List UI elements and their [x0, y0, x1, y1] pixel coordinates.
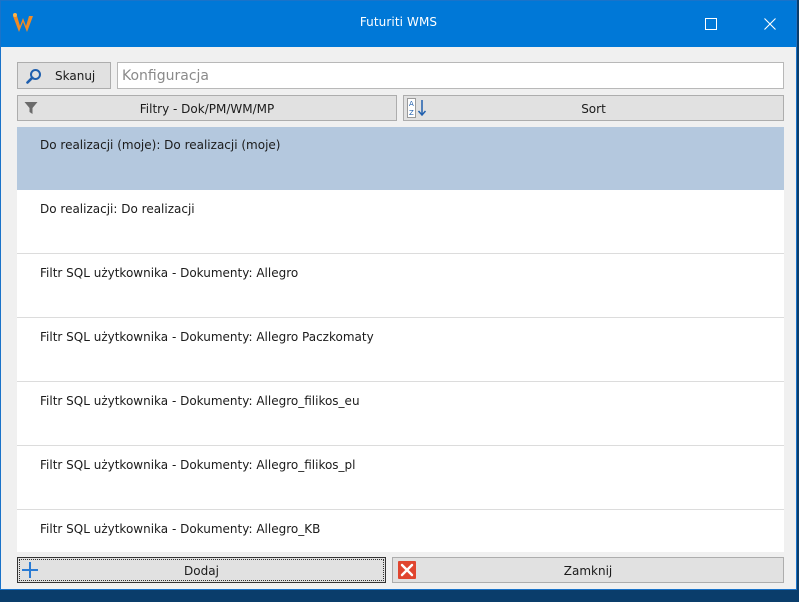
app-window: Futuriti WMS Skanuj Konfiguracja Filtry … — [0, 0, 797, 590]
close-icon — [764, 15, 776, 34]
search-input[interactable] — [117, 62, 784, 89]
list-item[interactable]: Filtr SQL użytkownika - Dokumenty: Alleg… — [17, 511, 784, 552]
list-item-label: Filtr SQL użytkownika - Dokumenty: Alleg… — [40, 458, 356, 472]
filter-button[interactable]: Filtry - Dok/PM/WM/MP — [17, 95, 397, 121]
title-bar[interactable]: Futuriti WMS — [1, 1, 796, 47]
list-item-label: Filtr SQL użytkownika - Dokumenty: Alleg… — [40, 522, 321, 536]
list-item-label: Do realizacji: Do realizacji — [40, 202, 195, 216]
sort-button-label: Sort — [581, 102, 606, 116]
filter-list[interactable]: Do realizacji (moje): Do realizacji (moj… — [17, 127, 784, 552]
close-button[interactable]: Zamknij — [392, 557, 784, 583]
list-item-label: Filtr SQL użytkownika - Dokumenty: Alleg… — [40, 330, 374, 344]
dialog-body: Skanuj Filtry - Dok/PM/WM/MP A Z — [1, 47, 796, 589]
search-icon — [26, 68, 42, 87]
add-button-label: Dodaj — [184, 564, 219, 578]
list-item[interactable]: Filtr SQL użytkownika - Dokumenty: Alleg… — [17, 255, 784, 318]
close-window-button[interactable] — [747, 1, 793, 47]
close-button-label: Zamknij — [563, 564, 613, 578]
scan-button-label: Skanuj — [55, 69, 96, 83]
scan-button[interactable]: Skanuj — [17, 62, 111, 89]
list-item-label: Do realizacji (moje): Do realizacji (moj… — [40, 138, 281, 152]
list-item[interactable]: Filtr SQL użytkownika - Dokumenty: Alleg… — [17, 383, 784, 446]
list-item[interactable]: Do realizacji (moje): Do realizacji (moj… — [17, 127, 784, 190]
maximize-button[interactable] — [688, 1, 734, 47]
list-item[interactable]: Filtr SQL użytkownika - Dokumenty: Alleg… — [17, 319, 784, 382]
add-button[interactable]: Dodaj — [17, 557, 386, 583]
maximize-icon — [705, 15, 717, 34]
list-item-label: Filtr SQL użytkownika - Dokumenty: Alleg… — [40, 394, 360, 408]
list-item[interactable]: Filtr SQL użytkownika - Dokumenty: Alleg… — [17, 447, 784, 510]
background-taskbar — [0, 590, 799, 602]
filter-button-label: Filtry - Dok/PM/WM/MP — [139, 102, 275, 116]
list-item-label: Filtr SQL użytkownika - Dokumenty: Alleg… — [40, 266, 299, 280]
window-title: Futuriti WMS — [359, 15, 438, 29]
sort-button[interactable]: A Z Sort — [403, 95, 784, 121]
list-item[interactable]: Do realizacji: Do realizacji — [17, 191, 784, 254]
